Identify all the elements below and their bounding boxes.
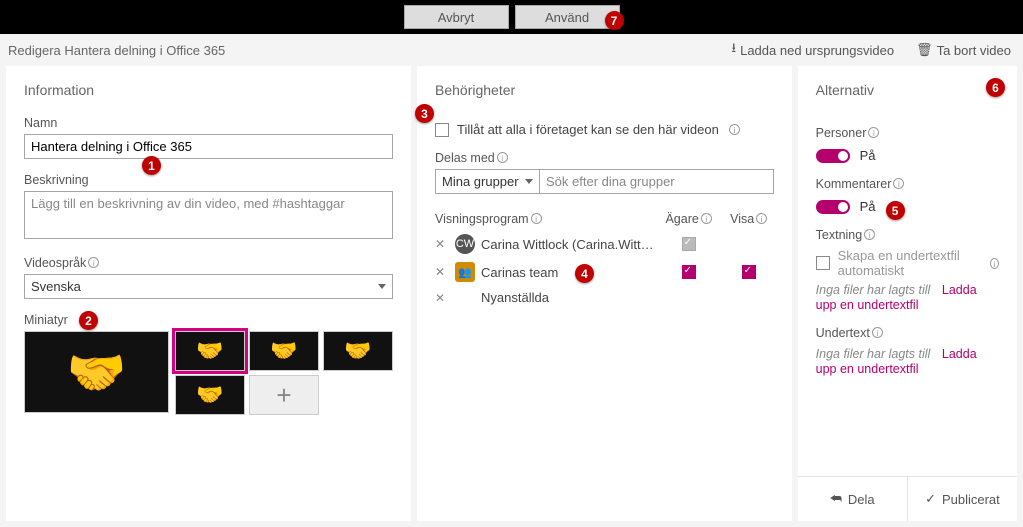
- panel-information: Information Namn 1 Beskrivning Videosprå…: [6, 66, 411, 521]
- callout-4: 4: [575, 264, 594, 283]
- auto-caption-checkbox[interactable]: [816, 256, 830, 270]
- download-source-link[interactable]: ⭳ Ladda ned ursprungsvideo: [732, 39, 895, 61]
- comments-toggle[interactable]: [816, 200, 850, 214]
- panel-options: Alternativ 6 Personeri På Kommentareri P…: [798, 66, 1017, 521]
- handshake-icon: 🤝: [344, 338, 371, 364]
- people-toggle[interactable]: [816, 149, 850, 163]
- callout-2: 2: [79, 311, 98, 330]
- label-subtitle: Undertexti: [816, 326, 999, 340]
- footer-actions: ⮪ Dela ✓ Publicerat: [798, 476, 1017, 521]
- toggle-state: På: [860, 199, 876, 214]
- remove-viewer-icon[interactable]: ✕: [435, 237, 449, 251]
- info-icon: i: [88, 257, 99, 268]
- label-comments: Kommentareri: [816, 177, 999, 191]
- thumbnail-add[interactable]: +: [249, 375, 319, 415]
- callout-6: 6: [986, 78, 1005, 97]
- remove-viewer-icon[interactable]: ✕: [435, 265, 449, 279]
- chevron-down-icon: [378, 284, 386, 289]
- toggle-state: På: [860, 148, 876, 163]
- chevron-down-icon: [525, 179, 533, 184]
- auto-caption-label: Skapa en undertextfil automatiskt: [838, 248, 981, 278]
- callout-5: 5: [886, 201, 905, 220]
- thumbnail-option[interactable]: 🤝: [175, 331, 245, 371]
- viewer-row: ✕ Nyanställda: [435, 290, 774, 305]
- panel-permissions: Behörigheter 3 Tillåt att alla i företag…: [417, 66, 792, 521]
- viewer-row: ✕ 👥 Carinas team 4: [435, 262, 774, 282]
- info-icon: i: [990, 258, 999, 269]
- label-captions: Textningi: [816, 228, 999, 242]
- viewer-name: Nyanställda: [481, 290, 654, 305]
- avatar: CW: [455, 234, 475, 254]
- info-icon: i: [531, 213, 542, 224]
- no-files-label: Inga filer har lagts till: [816, 283, 931, 297]
- allow-all-checkbox[interactable]: [435, 123, 449, 137]
- thumbnail-option[interactable]: 🤝: [175, 375, 245, 415]
- download-icon: ⭳: [732, 39, 737, 61]
- handshake-icon: 🤝: [270, 338, 297, 364]
- handshake-icon: 🤝: [196, 338, 223, 364]
- share-button[interactable]: ⮪ Dela: [798, 477, 907, 521]
- callout-7: 7: [605, 11, 624, 30]
- thumbnail-main[interactable]: 🤝: [24, 331, 169, 413]
- info-icon: i: [868, 127, 879, 138]
- published-button[interactable]: ✓ Publicerat: [907, 477, 1017, 521]
- label-shared-with: Delas medi: [435, 151, 774, 165]
- panel-heading-options: Alternativ: [816, 82, 999, 98]
- callout-3: 3: [415, 104, 434, 123]
- thumbnail-row: 🤝 🤝 🤝 🤝 🤝 +: [24, 331, 393, 415]
- no-files-label: Inga filer har lagts till: [816, 347, 931, 361]
- col-viewers: Visningsprogrami: [435, 212, 654, 226]
- label-language: Videospråki: [24, 256, 393, 270]
- info-icon: i: [893, 178, 904, 189]
- remove-viewer-icon[interactable]: ✕: [435, 291, 449, 305]
- allow-all-label: Tillåt att alla i företaget kan se den h…: [457, 122, 719, 137]
- apply-button[interactable]: Använd: [515, 5, 620, 29]
- info-icon: i: [864, 229, 875, 240]
- thumbnail-option[interactable]: 🤝: [249, 331, 319, 371]
- check-icon: ✓: [925, 491, 936, 507]
- name-input[interactable]: [24, 134, 393, 159]
- label-thumbnail: Miniatyr 2: [24, 313, 393, 327]
- callout-1: 1: [142, 156, 161, 175]
- cancel-button[interactable]: Avbryt: [404, 5, 509, 29]
- description-input[interactable]: [24, 191, 393, 239]
- language-select[interactable]: Svenska: [24, 274, 393, 299]
- toolbar: Redigera Hantera delning i Office 365 ⭳ …: [0, 34, 1023, 66]
- label-name: Namn: [24, 116, 393, 130]
- plus-icon: +: [276, 380, 291, 411]
- share-icon: ⮪: [830, 491, 842, 507]
- page-title: Redigera Hantera delning i Office 365: [8, 43, 225, 58]
- info-icon: i: [729, 124, 740, 135]
- viewer-name: Carina Wittlock (Carina.Witt…: [481, 237, 654, 252]
- col-view: Visai: [724, 212, 774, 226]
- owner-checkbox: [682, 237, 696, 251]
- info-icon: i: [756, 213, 767, 224]
- view-checkbox[interactable]: [742, 265, 756, 279]
- viewer-row: ✕ CW Carina Wittlock (Carina.Witt…: [435, 234, 774, 254]
- panel-heading-permissions: Behörigheter: [435, 82, 774, 98]
- group-search-input[interactable]: [540, 169, 774, 194]
- label-people: Personeri: [816, 126, 999, 140]
- info-icon: i: [701, 213, 712, 224]
- owner-checkbox[interactable]: [682, 265, 696, 279]
- panel-heading-information: Information: [24, 82, 393, 98]
- label-description: Beskrivning: [24, 173, 393, 187]
- thumbnail-option[interactable]: 🤝: [323, 331, 393, 371]
- handshake-icon: 🤝: [67, 344, 127, 401]
- handshake-icon: 🤝: [196, 382, 223, 408]
- info-icon: i: [872, 327, 883, 338]
- col-owner: Ägarei: [654, 212, 724, 226]
- delete-video-link[interactable]: 🗑 Ta bort video: [916, 42, 1011, 58]
- team-icon: 👥: [455, 262, 475, 282]
- group-type-select[interactable]: Mina grupper: [435, 169, 540, 194]
- viewer-name: Carinas team: [481, 265, 654, 280]
- trash-icon: 🗑: [916, 42, 933, 58]
- info-icon: i: [497, 152, 508, 163]
- top-bar: Avbryt Använd 7: [0, 0, 1023, 34]
